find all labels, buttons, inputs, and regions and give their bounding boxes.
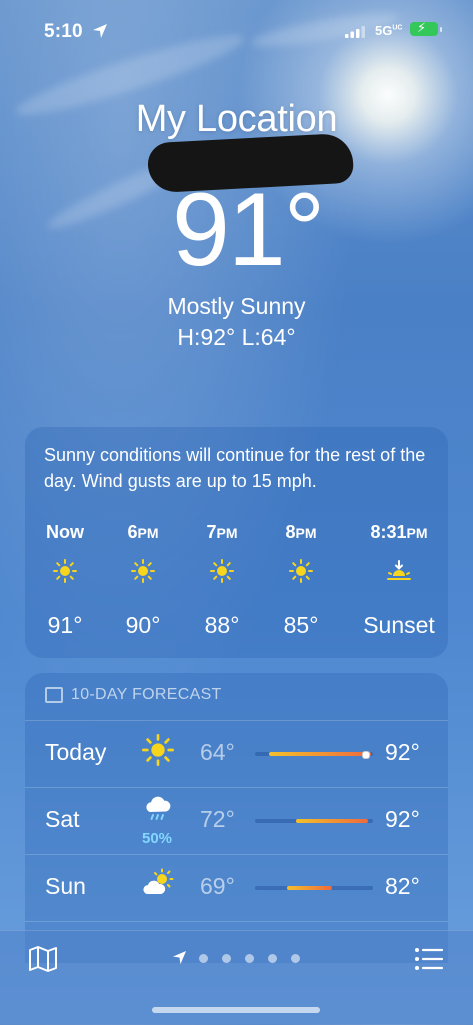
partly-cloudy-icon: [143, 868, 174, 894]
forecast-low: 72°: [200, 806, 235, 832]
temperature-range-fill: [296, 819, 369, 823]
map-icon[interactable]: [28, 945, 58, 973]
forecast-day: Sat: [45, 806, 80, 832]
page-dot: [222, 954, 231, 963]
temperature-range-bar: [255, 886, 373, 890]
hour-temp: Sunset: [363, 612, 435, 638]
temperature-range-bar: [255, 819, 373, 823]
page-dot: [291, 954, 300, 963]
temperature-range-fill: [286, 886, 332, 890]
hour-temp: 90°: [125, 612, 161, 638]
location-arrow-icon: [172, 950, 187, 965]
list-icon[interactable]: [414, 946, 444, 972]
hour-label: 6PM: [127, 522, 159, 542]
current-temperature: 91°: [172, 172, 325, 288]
hourly-forecast-card[interactable]: Sunny conditions will continue for the r…: [25, 427, 448, 658]
sun-icon: [131, 559, 155, 583]
hour-temp: 91°: [47, 612, 83, 638]
forecast-day: Sun: [45, 873, 86, 899]
forecast-row[interactable]: Sat 50% 72° 92°: [25, 787, 448, 854]
forecast-high: 82°: [385, 873, 420, 899]
sun-icon: [289, 559, 313, 583]
current-temp-marker: [361, 751, 370, 759]
status-time: 5:10: [44, 21, 83, 42]
forecast-high: 92°: [385, 739, 420, 765]
calendar-icon: [45, 687, 63, 703]
forecast-low: 69°: [200, 873, 235, 899]
sunset-icon: [387, 560, 411, 580]
network-indicator: 5GUC: [375, 23, 403, 38]
page-dot: [268, 954, 277, 963]
sun-icon: [53, 559, 77, 583]
home-indicator[interactable]: [152, 1007, 320, 1013]
hour-label: 8PM: [285, 522, 317, 542]
page-dot: [199, 954, 208, 963]
weather-summary: Sunny conditions will continue for the r…: [44, 445, 426, 491]
temperature-range-bar: [255, 751, 373, 759]
bolt-icon: ⚡: [417, 20, 427, 35]
forecast-row[interactable]: Sun 69° 82°: [25, 854, 448, 921]
sun-icon: [210, 559, 234, 583]
current-condition: Mostly Sunny: [167, 293, 306, 319]
location-arrow-icon: [93, 24, 107, 38]
hour-temp: 88°: [204, 612, 240, 638]
hour-label: Now: [46, 522, 84, 542]
hour-temp: 85°: [283, 612, 319, 638]
forecast-header: 10-DAY FORECAST: [45, 686, 222, 704]
forecast-low: 64°: [200, 739, 235, 765]
hour-label: 7PM: [206, 522, 238, 542]
hourly-list[interactable]: Now 91° 6PM 90° 7PM 88° 8PM 85° 8:31PM S…: [25, 522, 448, 652]
hour-label: 8:31PM: [370, 522, 428, 542]
cellular-signal-icon: [345, 26, 365, 38]
page-dot: [245, 954, 254, 963]
forecast-high: 92°: [385, 806, 420, 832]
precipitation-chance: 50%: [141, 830, 173, 847]
location-title: My Location: [135, 98, 338, 140]
status-bar: 5:10 5GUC ⚡: [0, 0, 473, 60]
high-low: H:92° L:64°: [177, 324, 296, 350]
temperature-range-fill: [269, 752, 371, 756]
forecast-row[interactable]: Today 64° 92°: [25, 720, 448, 787]
ten-day-forecast-card[interactable]: 10-DAY FORECAST Today 64° 92° Sat 50% 72…: [25, 673, 448, 963]
battery-charging-icon: ⚡: [410, 20, 438, 36]
sun-icon: [142, 734, 174, 766]
rain-cloud-icon: [146, 796, 171, 820]
forecast-day: Today: [45, 739, 107, 765]
battery-cap: [440, 27, 442, 32]
